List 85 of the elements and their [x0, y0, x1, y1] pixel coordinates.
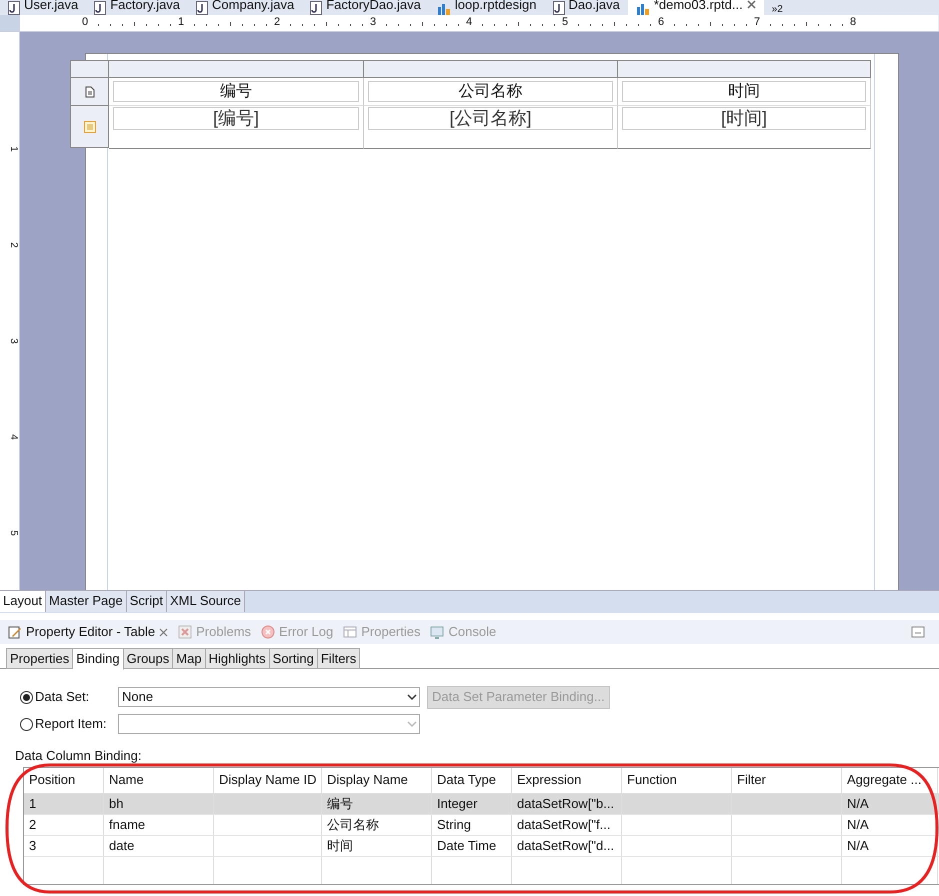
- table-cell: 编号: [327, 796, 353, 811]
- property-tab[interactable]: Sorting: [270, 648, 318, 669]
- table-row[interactable]: 1 bh 编号 Integer dataSetRow["b... N/A: [24, 794, 939, 815]
- ruler-number: 1: [178, 16, 184, 29]
- header-label[interactable]: 时间: [622, 81, 866, 102]
- java-file-icon: [8, 0, 20, 14]
- property-tab[interactable]: Highlights: [206, 648, 270, 669]
- ruler-number: 4: [466, 16, 472, 29]
- ruler-number: 7: [754, 16, 760, 29]
- ruler-number: 1: [8, 146, 18, 152]
- table-cell: fname: [109, 817, 146, 832]
- header-label[interactable]: 公司名称: [368, 81, 613, 102]
- table-cell: dataSetRow["f...: [517, 817, 610, 832]
- table-cell: N/A: [847, 796, 869, 811]
- data-field[interactable]: [编号]: [113, 107, 359, 130]
- property-tab[interactable]: Properties: [6, 648, 74, 669]
- table-cell: bh: [109, 796, 124, 811]
- column-header[interactable]: Aggregate ...: [842, 768, 938, 793]
- property-tab[interactable]: Binding: [73, 648, 124, 670]
- column-header[interactable]: Name: [104, 768, 214, 793]
- property-tab[interactable]: Filters: [318, 648, 360, 669]
- ruler-number: 6: [658, 16, 664, 29]
- error-log-icon: [261, 625, 276, 639]
- properties-icon: [343, 625, 358, 639]
- table-cell: 2: [29, 817, 36, 832]
- column-header[interactable]: Display Name: [322, 768, 432, 793]
- column-header[interactable]: Function: [622, 768, 732, 793]
- minimize-icon[interactable]: [911, 626, 925, 638]
- table-cell: N/A: [847, 838, 869, 853]
- console-icon: [430, 625, 444, 639]
- ruler-number: 8: [850, 16, 856, 29]
- chevron-down-icon: [407, 694, 417, 700]
- close-icon[interactable]: [159, 628, 168, 636]
- column-handle[interactable]: [364, 60, 618, 78]
- table-cell: 时间: [327, 838, 353, 853]
- ruler-number: 5: [562, 16, 568, 29]
- view-tab[interactable]: Property Editor - Table: [8, 622, 168, 642]
- ruler-number: 3: [370, 16, 376, 29]
- ruler-number: 2: [8, 242, 18, 248]
- table-row[interactable]: 2 fname 公司名称 String dataSetRow["f... N/A: [24, 815, 939, 836]
- page-tab[interactable]: Layout: [0, 591, 46, 612]
- chevron-down-icon: [407, 720, 417, 728]
- close-icon[interactable]: [746, 0, 756, 9]
- pencil-page-icon: [8, 625, 22, 639]
- row-handle[interactable]: [70, 106, 109, 148]
- page-icon: [84, 86, 94, 98]
- column-header[interactable]: Display Name ID: [214, 768, 322, 793]
- list-icon: [84, 120, 96, 132]
- ruler-number: 4: [8, 434, 18, 440]
- page-tab[interactable]: Script: [126, 591, 167, 612]
- table-cell: date: [109, 838, 134, 853]
- property-tab[interactable]: Groups: [124, 648, 174, 669]
- overflow-button[interactable]: »2: [772, 5, 783, 15]
- table-cell: Date Time: [437, 838, 496, 853]
- dropdown-field[interactable]: None: [118, 687, 420, 707]
- column-handle[interactable]: [109, 60, 364, 78]
- page-tab[interactable]: XML Source: [166, 591, 246, 612]
- table-cell: N/A: [847, 817, 869, 832]
- column-header[interactable]: Position: [24, 768, 104, 793]
- problems-icon: [178, 625, 192, 639]
- table-cell: Integer: [437, 796, 478, 811]
- ruler-number: 2: [274, 16, 280, 29]
- property-tab[interactable]: Map: [173, 648, 206, 669]
- data-field[interactable]: [公司名称]: [368, 107, 613, 130]
- table-cell: 1: [29, 796, 36, 811]
- page-tab[interactable]: Master Page: [46, 591, 127, 612]
- row-handle[interactable]: [70, 78, 109, 106]
- header-label[interactable]: 编号: [113, 81, 359, 102]
- table-corner-handle[interactable]: [70, 60, 109, 78]
- column-header[interactable]: Expression: [512, 768, 622, 793]
- ruler-number: 3: [8, 338, 18, 344]
- ruler-number: 0: [82, 16, 88, 29]
- table-cell: dataSetRow["b...: [517, 796, 614, 811]
- table-cell: String: [437, 817, 471, 832]
- table-cell: dataSetRow["d...: [517, 838, 614, 853]
- table-row[interactable]: 3 date 时间 Date Time dataSetRow["d... N/A: [24, 836, 939, 857]
- section-label: Data Column Binding:: [14, 748, 142, 764]
- table-cell: 3: [29, 838, 36, 853]
- radio-button[interactable]: Data Set:: [20, 687, 118, 707]
- data-field[interactable]: [时间]: [622, 107, 866, 130]
- column-header[interactable]: Filter: [732, 768, 842, 793]
- column-handle[interactable]: [618, 60, 871, 78]
- column-header[interactable]: Data Type: [432, 768, 512, 793]
- ruler-number: 5: [8, 530, 18, 536]
- table-cell: 公司名称: [327, 817, 379, 832]
